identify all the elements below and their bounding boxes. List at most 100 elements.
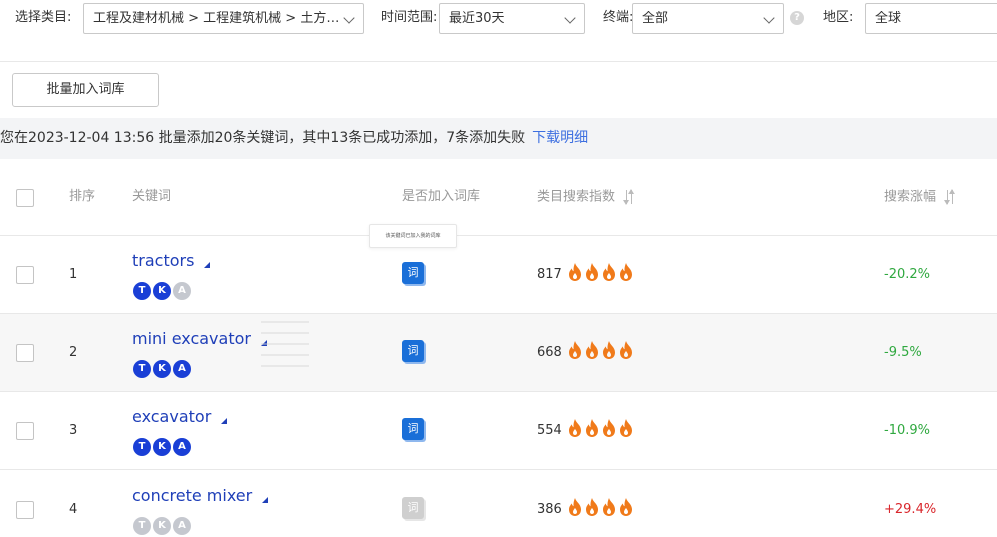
filter-bar: 选择类目: 工程及建材机械 > 工程建筑机械 > 土方… 时间范围: 最近30天… bbox=[0, 0, 997, 62]
faded-popover bbox=[255, 312, 313, 374]
table-row: 3 excavator T K A 词 554 -10.9% bbox=[0, 392, 997, 470]
chevron-down-icon bbox=[763, 12, 775, 24]
badge-t: T bbox=[133, 438, 151, 456]
keyword-text: mini excavator bbox=[132, 329, 251, 348]
terminal-value: 全部 bbox=[642, 11, 669, 26]
row-rank: 4 bbox=[69, 502, 78, 517]
fire-icon bbox=[586, 263, 598, 281]
time-range-select[interactable]: 最近30天 bbox=[439, 3, 585, 34]
platform-badges: T K A bbox=[133, 360, 191, 378]
batch-result-notice: 您在2023-12-04 13:56 批量添加20条关键词，其中13条已成功添加… bbox=[0, 118, 997, 159]
help-icon[interactable]: ? bbox=[790, 11, 804, 25]
badge-k: K bbox=[153, 360, 171, 378]
fire-icon bbox=[569, 341, 581, 359]
download-details-link[interactable]: 下载明细 bbox=[532, 130, 588, 146]
keyword-link[interactable]: tractors bbox=[132, 251, 211, 270]
fire-icon bbox=[586, 419, 598, 437]
search-change-value: -9.5% bbox=[884, 345, 922, 360]
platform-badges: T K A bbox=[133, 517, 191, 535]
in-library-tooltip: 该关键词已加入我的词库 bbox=[369, 224, 457, 248]
time-range-value: 最近30天 bbox=[449, 11, 505, 26]
table-row: 4 concrete mixer T K A 词 386 +29.4% bbox=[0, 471, 997, 537]
row-checkbox[interactable] bbox=[16, 344, 34, 362]
badge-a: A bbox=[173, 438, 191, 456]
fire-icon bbox=[569, 263, 581, 281]
row-rank: 3 bbox=[69, 423, 78, 438]
sort-icon[interactable] bbox=[943, 189, 956, 205]
word-library-icon[interactable]: 词 bbox=[402, 418, 424, 440]
notice-text: 您在2023-12-04 13:56 批量添加20条关键词，其中13条已成功添加… bbox=[0, 130, 526, 146]
header-search-change-label: 搜索涨幅 bbox=[884, 189, 937, 205]
badge-t: T bbox=[133, 360, 151, 378]
corner-triangle-icon bbox=[204, 262, 211, 268]
row-checkbox[interactable] bbox=[16, 266, 34, 284]
fire-icon bbox=[620, 341, 632, 359]
fire-icon bbox=[620, 498, 632, 516]
table-header: 排序 关键词 是否加入词库 类目搜索指数 搜索涨幅 bbox=[0, 160, 997, 236]
select-all-checkbox[interactable] bbox=[16, 189, 34, 207]
fire-icon bbox=[603, 419, 615, 437]
header-search-change[interactable]: 搜索涨幅 bbox=[884, 189, 956, 206]
search-change-value: -20.2% bbox=[884, 267, 930, 282]
table-row: 2 mini excavator T K A 词 668 -9.5% bbox=[0, 314, 997, 392]
search-change-value: -10.9% bbox=[884, 423, 930, 438]
badge-t: T bbox=[133, 517, 151, 535]
badge-t: T bbox=[133, 282, 151, 300]
chevron-down-icon bbox=[343, 12, 355, 24]
corner-triangle-icon bbox=[262, 497, 269, 503]
search-change-value: +29.4% bbox=[884, 502, 937, 517]
region-label: 地区: bbox=[823, 10, 854, 25]
fire-icon bbox=[620, 263, 632, 281]
fire-icon bbox=[603, 263, 615, 281]
search-index-value: 817 bbox=[537, 267, 562, 282]
chevron-down-icon bbox=[564, 12, 576, 24]
fire-icon bbox=[586, 498, 598, 516]
word-library-icon[interactable]: 词 bbox=[402, 262, 424, 284]
heat-rating bbox=[567, 262, 634, 282]
region-select[interactable]: 全球 bbox=[865, 3, 997, 34]
header-search-index[interactable]: 类目搜索指数 bbox=[537, 189, 635, 206]
platform-badges: T K A bbox=[133, 438, 191, 456]
keyword-text: excavator bbox=[132, 407, 212, 426]
fire-icon bbox=[620, 419, 632, 437]
fire-icon bbox=[569, 419, 581, 437]
search-index-value: 386 bbox=[537, 502, 562, 517]
region-value: 全球 bbox=[875, 11, 902, 26]
search-index-value: 554 bbox=[537, 423, 562, 438]
badge-a: A bbox=[173, 282, 191, 300]
keyword-link[interactable]: concrete mixer bbox=[132, 486, 269, 505]
sort-icon[interactable] bbox=[622, 189, 635, 205]
badge-k: K bbox=[153, 282, 171, 300]
corner-triangle-icon bbox=[221, 418, 228, 424]
batch-add-to-library-button[interactable]: 批量加入词库 bbox=[12, 73, 159, 107]
word-library-icon[interactable]: 词 bbox=[402, 497, 424, 519]
row-rank: 2 bbox=[69, 345, 78, 360]
keyword-link[interactable]: mini excavator bbox=[132, 329, 267, 348]
category-select-value: 工程及建材机械 > 工程建筑机械 > 土方… bbox=[93, 11, 338, 26]
time-range-label: 时间范围: bbox=[381, 10, 438, 25]
badge-a: A bbox=[173, 517, 191, 535]
platform-badges: T K A bbox=[133, 282, 191, 300]
header-keyword: 关键词 bbox=[132, 189, 172, 204]
fire-icon bbox=[586, 341, 598, 359]
badge-k: K bbox=[153, 517, 171, 535]
header-search-index-label: 类目搜索指数 bbox=[537, 189, 616, 205]
row-checkbox[interactable] bbox=[16, 422, 34, 440]
heat-rating bbox=[567, 497, 634, 517]
badge-k: K bbox=[153, 438, 171, 456]
keyword-text: tractors bbox=[132, 251, 195, 270]
keyword-link[interactable]: excavator bbox=[132, 407, 228, 426]
header-in-library: 是否加入词库 bbox=[402, 189, 481, 204]
word-library-icon[interactable]: 词 bbox=[402, 340, 424, 362]
category-select[interactable]: 工程及建材机械 > 工程建筑机械 > 土方… bbox=[83, 3, 364, 34]
terminal-label: 终端: bbox=[603, 10, 634, 25]
terminal-select[interactable]: 全部 bbox=[632, 3, 784, 34]
search-index-value: 668 bbox=[537, 345, 562, 360]
row-rank: 1 bbox=[69, 267, 78, 282]
row-checkbox[interactable] bbox=[16, 501, 34, 519]
heat-rating bbox=[567, 340, 634, 360]
table-row: 1 tractors T K A 词 817 -20.2% bbox=[0, 236, 997, 314]
header-rank: 排序 bbox=[69, 189, 96, 204]
heat-rating bbox=[567, 418, 634, 438]
category-label: 选择类目: bbox=[15, 10, 72, 25]
